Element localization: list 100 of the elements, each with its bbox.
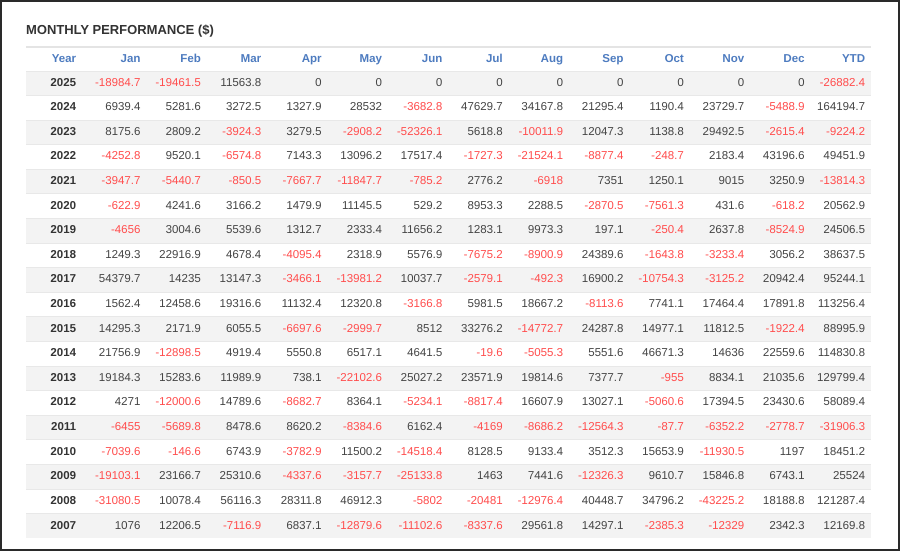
value-cell: 5981.5 [467,298,503,310]
year-cell: 2020 [50,200,76,212]
value-cell: 0 [375,76,382,89]
value-cell: -3157.7 [342,470,382,482]
value-cell: -19461.5 [155,76,201,89]
value-cell: 21756.9 [98,347,140,360]
value-cell: -21524.1 [518,150,563,162]
value-cell: 2809.2 [166,126,201,138]
value-cell: 3279.5 [286,126,322,138]
value-cell: 1312.7 [286,224,322,236]
value-cell: 0 [677,76,684,89]
value-cell: 8175.6 [105,126,140,138]
value-cell: 14636 [712,347,744,360]
value-cell: 2776.2 [467,175,503,188]
value-cell: 8364.1 [346,396,382,408]
year-cell: 2014 [50,347,76,360]
value-cell: -8337.6 [464,520,503,532]
value-cell: 8620.2 [286,420,322,433]
value-cell: -8900.9 [524,248,563,261]
column-header: Year [52,52,76,65]
value-cell: 0 [738,76,744,89]
value-cell: 17517.4 [400,150,442,162]
value-cell: 8128.5 [467,446,503,458]
value-cell: -12976.4 [518,494,563,507]
column-header: Jun [422,52,442,65]
year-cell: 2016 [50,298,76,310]
value-cell: 9015 [718,175,744,188]
value-cell: -10754.3 [638,273,684,286]
value-cell: 0 [798,76,804,89]
value-cell: 24287.8 [582,322,624,335]
value-cell: 5281.6 [166,101,201,114]
value-cell: -5689.8 [162,420,201,433]
value-cell: 17891.8 [762,298,804,310]
value-cell: 21035.6 [762,372,804,384]
value-cell: 2318.9 [346,248,382,261]
value-cell: 7143.3 [286,150,322,162]
value-cell: -31080.5 [94,494,140,507]
value-cell: 11812.5 [703,322,744,335]
value-cell: -11930.5 [700,446,744,458]
value-cell: 54379.7 [98,273,140,286]
value-cell: 9133.4 [528,446,563,458]
year-cell: 2021 [50,175,76,188]
value-cell: 23571.9 [461,372,503,384]
value-cell: 58089.4 [823,396,865,408]
value-cell: 529.2 [413,200,442,212]
value-cell: 5551.6 [588,347,624,360]
value-cell: -11102.6 [398,520,442,532]
value-cell: -2778.7 [765,420,804,433]
year-cell: 2010 [50,446,76,458]
value-cell: 5618.8 [467,126,503,138]
value-cell: 0 [315,76,322,89]
value-cell: -12564.3 [578,420,624,433]
value-cell: -8877.4 [584,150,624,162]
value-cell: 14977.1 [642,322,684,335]
value-cell: -5055.3 [524,347,563,360]
value-cell: 18451.2 [823,446,865,458]
value-cell: 23729.7 [702,101,744,114]
value-cell: -5802 [412,494,442,507]
column-header: Aug [540,52,563,65]
value-cell: 29561.8 [521,520,563,532]
value-cell: -7561.3 [644,200,684,212]
value-cell: 12206.5 [159,520,201,532]
value-cell: 24506.5 [823,224,865,236]
year-cell: 2012 [50,396,76,408]
value-cell: 738.1 [292,372,322,384]
value-cell: 1327.9 [286,101,322,114]
value-cell: -8113.6 [585,298,624,310]
value-cell: 1197 [780,446,804,458]
column-header: Feb [180,52,201,65]
value-cell: -3947.7 [101,175,140,188]
value-cell: -12326.3 [578,470,624,482]
value-cell: 12047.3 [582,126,624,138]
value-cell: 4678.4 [226,248,262,261]
value-cell: 47629.7 [461,101,503,114]
value-cell: 0 [496,76,503,89]
value-cell: 25027.2 [400,372,442,384]
value-cell: 3166.2 [226,200,262,212]
value-cell: 13027.1 [582,396,624,408]
value-cell: 8478.6 [226,420,262,433]
value-cell: 113256.4 [818,298,865,310]
value-cell: 9520.1 [166,150,201,162]
value-cell: -3125.2 [705,273,744,286]
value-cell: 1562.4 [105,298,140,310]
value-cell: 2333.4 [346,224,382,236]
value-cell: 2183.4 [708,150,744,162]
value-cell: -25133.8 [396,470,442,482]
value-cell: 7377.7 [588,372,624,384]
value-cell: -2908.2 [342,126,382,138]
value-cell: 12458.6 [159,298,201,310]
value-cell: 22559.6 [762,347,804,360]
value-cell: 11145.5 [342,200,382,212]
column-header: Oct [664,52,684,65]
value-cell: 46912.3 [340,494,382,507]
value-cell: -13981.2 [336,273,382,286]
value-cell: -1727.3 [464,150,503,162]
value-cell: 18188.8 [762,494,804,507]
value-cell: -10011.9 [518,126,563,138]
value-cell: -5440.7 [162,175,201,188]
value-cell: 17394.5 [702,396,744,408]
value-cell: 7351 [598,175,624,188]
